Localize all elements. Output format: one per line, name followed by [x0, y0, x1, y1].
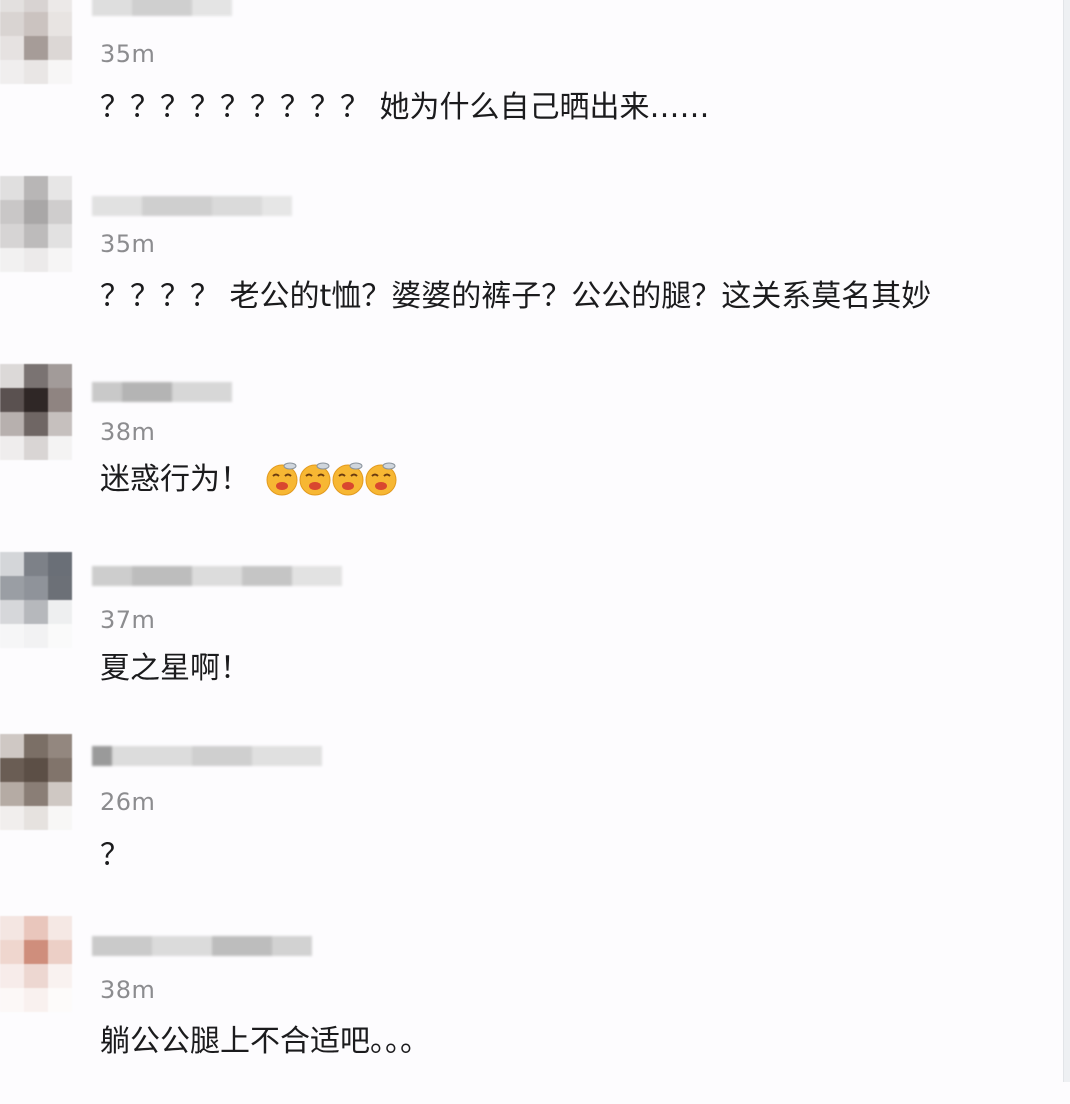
comment-text-content: 迷惑行为！: [100, 462, 250, 497]
avatar[interactable]: [0, 916, 72, 1012]
comment-timestamp: 26m: [100, 788, 156, 816]
comment-text: ？: [100, 838, 130, 873]
comment-text: 夏之星啊！: [100, 651, 250, 686]
tired-face-emoji-icon: [332, 462, 364, 495]
comment-text: ？？？？ 老公的t恤？婆婆的裤子？公公的腿？这关系莫名其妙: [100, 279, 932, 314]
username-blurred[interactable]: [92, 0, 232, 24]
avatar[interactable]: [0, 552, 72, 648]
tired-face-emoji-icon: [365, 462, 397, 495]
comment-item: 38m 迷惑行为！: [0, 364, 1060, 552]
comment-timestamp: 37m: [100, 606, 156, 634]
comment-text: 迷惑行为！: [100, 460, 397, 500]
comment-timestamp: 38m: [100, 976, 156, 1004]
comment-text: 躺公公腿上不合适吧。。。: [100, 1024, 430, 1059]
username-blurred[interactable]: [92, 374, 232, 410]
avatar[interactable]: [0, 364, 72, 460]
username-blurred[interactable]: [92, 188, 292, 224]
comment-text: ？？？？？？？？？ 她为什么自己晒出来……: [100, 90, 710, 125]
comment-item: 35m ？？？？ 老公的t恤？婆婆的裤子？公公的腿？这关系莫名其妙: [0, 176, 1060, 364]
comment-item: 26m ？: [0, 734, 1060, 922]
tired-face-emoji-icon: [299, 462, 331, 495]
avatar[interactable]: [0, 176, 72, 272]
username-blurred[interactable]: [92, 928, 312, 964]
window-edge: [1063, 0, 1070, 1082]
username-blurred[interactable]: [92, 738, 322, 774]
username-blurred[interactable]: [92, 558, 342, 594]
comment-item: 37m 夏之星啊！: [0, 552, 1060, 740]
comment-timestamp: 38m: [100, 418, 156, 446]
comment-item: 35m ？？？？？？？？？ 她为什么自己晒出来……: [0, 0, 1060, 176]
emoji-group: [264, 461, 397, 497]
avatar[interactable]: [0, 0, 72, 84]
avatar[interactable]: [0, 734, 72, 830]
comment-item: 38m 躺公公腿上不合适吧。。。: [0, 916, 1060, 1104]
tired-face-emoji-icon: [266, 462, 298, 495]
comment-timestamp: 35m: [100, 40, 156, 68]
comment-timestamp: 35m: [100, 230, 156, 258]
